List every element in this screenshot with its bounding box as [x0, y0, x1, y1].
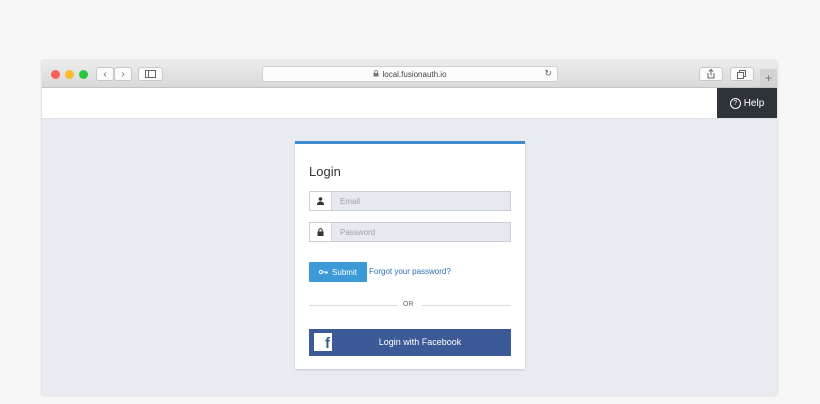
submit-button[interactable]: Submit	[309, 262, 367, 282]
forward-button[interactable]: ›	[114, 67, 132, 81]
url-text: local.fusionauth.io	[382, 69, 447, 79]
facebook-login-button[interactable]: f Login with Facebook	[309, 329, 511, 356]
help-label: Help	[743, 97, 765, 109]
back-button[interactable]: ‹	[96, 67, 114, 81]
app-header: ? Help	[42, 88, 777, 119]
lock-icon	[310, 223, 332, 241]
reload-icon[interactable]: ↻	[544, 68, 552, 79]
address-bar[interactable]: local.fusionauth.io ↻	[262, 66, 558, 82]
or-separator: OR	[403, 301, 414, 308]
tabs-icon	[737, 69, 746, 79]
submit-label: Submit	[332, 267, 357, 277]
close-window-button[interactable]	[51, 70, 60, 79]
new-tab-button[interactable]: +	[760, 69, 777, 87]
help-button[interactable]: ? Help	[717, 88, 777, 118]
share-icon	[707, 69, 715, 79]
password-input[interactable]	[332, 223, 510, 241]
key-icon	[318, 268, 328, 277]
tabs-button[interactable]	[730, 67, 754, 81]
login-panel: Login Submit Forgot your password? OR f …	[295, 141, 525, 369]
email-input[interactable]	[332, 192, 510, 210]
minimize-window-button[interactable]	[65, 70, 74, 79]
login-title: Login	[309, 164, 341, 179]
share-button[interactable]	[699, 67, 723, 81]
sidebar-toggle-button[interactable]	[138, 67, 163, 81]
lock-icon	[373, 69, 379, 79]
forgot-password-link[interactable]: Forgot your password?	[369, 267, 451, 276]
chevron-left-icon: ‹	[103, 68, 107, 80]
divider-right	[422, 305, 511, 306]
browser-titlebar: ‹ › local.fusionauth.io ↻ +	[42, 61, 777, 88]
plus-icon: +	[764, 71, 772, 85]
divider-left	[309, 305, 398, 306]
sidebar-icon	[145, 70, 156, 78]
maximize-window-button[interactable]	[79, 70, 88, 79]
password-field	[309, 222, 511, 242]
email-field	[309, 191, 511, 211]
question-circle-icon: ?	[729, 97, 741, 109]
facebook-login-label: Login with Facebook	[378, 337, 462, 347]
browser-window: ‹ › local.fusionauth.io ↻ + ? Help Login…	[42, 61, 777, 395]
chevron-right-icon: ›	[121, 68, 125, 80]
user-icon	[310, 192, 332, 210]
